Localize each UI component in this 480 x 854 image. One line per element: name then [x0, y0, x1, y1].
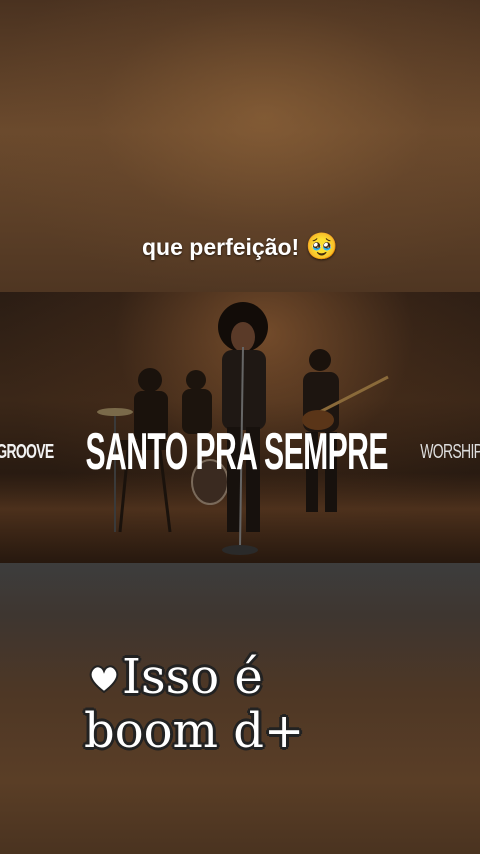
video-title: GROOVE SANTO PRA SEMPRE WORSHIP — [0, 417, 480, 487]
video-thumbnail[interactable]: GROOVE SANTO PRA SEMPRE WORSHIP — [0, 292, 480, 563]
heart-icon — [89, 665, 119, 694]
title-main: SANTO PRA SEMPRE — [85, 423, 388, 481]
comment-caption: que perfeição! 🥹 — [0, 232, 480, 262]
pleading-face-emoji: 🥹 — [305, 232, 338, 262]
text-sticker: Isso é boom d+ — [84, 650, 408, 758]
sticker-line-1-text: Isso é — [122, 649, 263, 705]
caption-text: que perfeição! — [142, 234, 300, 260]
sticker-line-1: Isso é — [88, 650, 408, 704]
title-right: WORSHIP — [420, 440, 480, 463]
sticker-line-2: boom d+ — [84, 703, 305, 759]
cymbal — [97, 408, 133, 416]
title-left: GROOVE — [0, 440, 54, 463]
